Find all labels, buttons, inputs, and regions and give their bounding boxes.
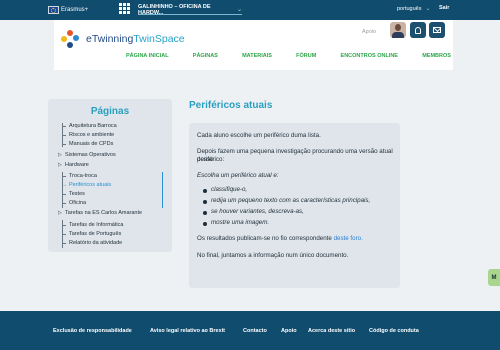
sidebar-item-tarefas-es[interactable]: Tarefas na ES Carlos Amarante	[65, 210, 142, 216]
nav-materials[interactable]: MATERIAIS	[242, 53, 272, 63]
language-selector[interactable]: português ⌄	[397, 5, 431, 13]
tree-tick	[62, 243, 66, 244]
sidebar-item-arquitetura-barroca[interactable]: Arquitetura Barroca	[69, 123, 117, 129]
footer-link-about[interactable]: Acerca deste sítio	[308, 328, 355, 334]
eu-flag-icon	[48, 6, 59, 14]
logo-text-etwinning: eTwinning	[86, 33, 134, 45]
list-item: mostre uma imagem.	[211, 219, 270, 226]
footer-link-contact[interactable]: Contacto	[243, 328, 267, 334]
erasmus-logo[interactable]: Erasmus+	[48, 4, 88, 16]
messages-button[interactable]	[429, 22, 445, 38]
tree-tick	[62, 144, 66, 145]
mail-icon	[433, 27, 441, 33]
sidebar-item-perifericos-atuais-arrow: →	[62, 182, 68, 188]
tree-tick	[62, 234, 66, 235]
footer-link-code-of-conduct[interactable]: Código de conduta	[369, 328, 419, 334]
nav-members[interactable]: MEMBROS	[422, 53, 451, 63]
content-panel: Cada aluno escolhe um periférico duma li…	[189, 123, 400, 288]
paragraph-research-line2: periférico:	[197, 156, 225, 163]
list-item: classifique-o,	[211, 186, 248, 193]
sidebar-item-tarefas-informatica[interactable]: Tarefas de Informática	[69, 222, 123, 228]
footer-link-disclaimer[interactable]: Exclusão de responsabilidade	[53, 328, 132, 334]
bullet-icon	[203, 222, 207, 226]
support-link[interactable]: Apoio	[362, 29, 376, 35]
logo-text: eTwinningTwinSpace	[86, 33, 185, 45]
tree-tick	[62, 126, 66, 127]
site-footer: Exclusão de responsabilidade Aviso legal…	[0, 311, 500, 350]
sidebar-item-oficina[interactable]: Oficina	[69, 200, 86, 206]
nav-forum[interactable]: FÓRUM	[296, 53, 316, 63]
sidebar-item-perifericos-atuais[interactable]: Periféricos atuais	[69, 182, 111, 188]
nav-pages[interactable]: PÁGINAS	[193, 53, 218, 63]
chevron-down-icon: ⌄	[425, 6, 431, 12]
tree-tick	[62, 203, 66, 204]
logout-link[interactable]: Sair	[439, 5, 449, 11]
project-selector[interactable]: GALINHINHO – OFICINA DE HARDW... ⌄	[138, 3, 242, 16]
list-item: se houver variantes, descreva-as,	[211, 208, 304, 215]
footer-link-brexit[interactable]: Aviso legal relativo ao Brexit	[150, 328, 225, 334]
top-bar: Erasmus+ GALINHINHO – OFICINA DE HARDW..…	[0, 0, 500, 20]
sidebar-item-sistemas-operativos[interactable]: Sistemas Operativos	[65, 152, 116, 158]
tree-tick	[62, 225, 66, 226]
paragraph-results-text: Os resultados publicam-se no fio corresp…	[197, 235, 332, 242]
notifications-button[interactable]	[410, 22, 426, 38]
etwinning-figures-icon	[60, 28, 84, 50]
nav-home[interactable]: PÁGINA INICIAL	[126, 53, 169, 63]
bell-icon	[415, 26, 421, 34]
footer-link-support[interactable]: Apoio	[281, 328, 297, 334]
tree-line-active	[162, 172, 163, 208]
paragraph-final: No final, juntamos a informação num únic…	[197, 252, 349, 259]
sidebar-item-tarefas-portugues[interactable]: Tarefas de Português	[69, 231, 121, 237]
tree-tick	[62, 194, 66, 195]
paragraph-results: Os resultados publicam-se no fio corresp…	[197, 235, 397, 243]
bullet-icon	[203, 189, 207, 193]
sidebar-item-testes[interactable]: Testes	[69, 191, 85, 197]
tree-tick	[62, 135, 66, 136]
erasmus-label: Erasmus+	[61, 7, 89, 13]
bullet-icon	[203, 200, 207, 204]
language-label: português	[397, 5, 422, 12]
chevron-down-icon: ⌄	[236, 7, 242, 13]
pages-sidebar: Páginas Arquitetura Barroca Riscos e amb…	[48, 99, 172, 252]
apps-grid-icon[interactable]	[119, 3, 130, 14]
sidebar-title: Páginas	[90, 106, 130, 117]
tree-tick	[62, 176, 66, 177]
avatar[interactable]	[390, 22, 406, 38]
paragraph-intro: Cada aluno escolhe um periférico duma li…	[197, 132, 321, 139]
sidebar-item-hardware[interactable]: Hardware	[65, 162, 89, 168]
side-feedback-tab[interactable]: M	[488, 269, 500, 286]
etwinning-logo[interactable]: eTwinningTwinSpace	[60, 28, 185, 50]
expand-triangle-icon[interactable]: ▷	[58, 162, 62, 168]
list-item: redija um pequeno texto com as caracterí…	[211, 197, 371, 204]
main-nav: PÁGINA INICIAL PÁGINAS MATERIAIS FÓRUM E…	[126, 53, 451, 63]
site-header: eTwinningTwinSpace Apoio PÁGINA INICIAL …	[54, 20, 453, 70]
logo-text-twinspace: TwinSpace	[133, 33, 185, 45]
expand-triangle-icon[interactable]: ▷	[58, 152, 62, 158]
sidebar-item-troca-troca[interactable]: Troca-troca	[69, 173, 97, 179]
expand-triangle-icon[interactable]: ▷	[58, 210, 62, 216]
sidebar-item-relatorio[interactable]: Relatório da atividade	[69, 240, 122, 246]
forum-link[interactable]: deste foro.	[334, 235, 363, 242]
nav-online-meetings[interactable]: ENCONTROS ONLINE	[341, 53, 398, 63]
project-name: GALINHINHO – OFICINA DE HARDW...	[138, 3, 211, 16]
sidebar-item-manuais-cpds[interactable]: Manuais de CPDs	[69, 141, 113, 147]
page-title: Periféricos atuais	[189, 100, 273, 111]
bullet-icon	[203, 211, 207, 215]
paragraph-instruction: Escolha um periférico atual e:	[197, 172, 279, 179]
sidebar-item-riscos-ambiente[interactable]: Riscos e ambiente	[69, 132, 114, 138]
